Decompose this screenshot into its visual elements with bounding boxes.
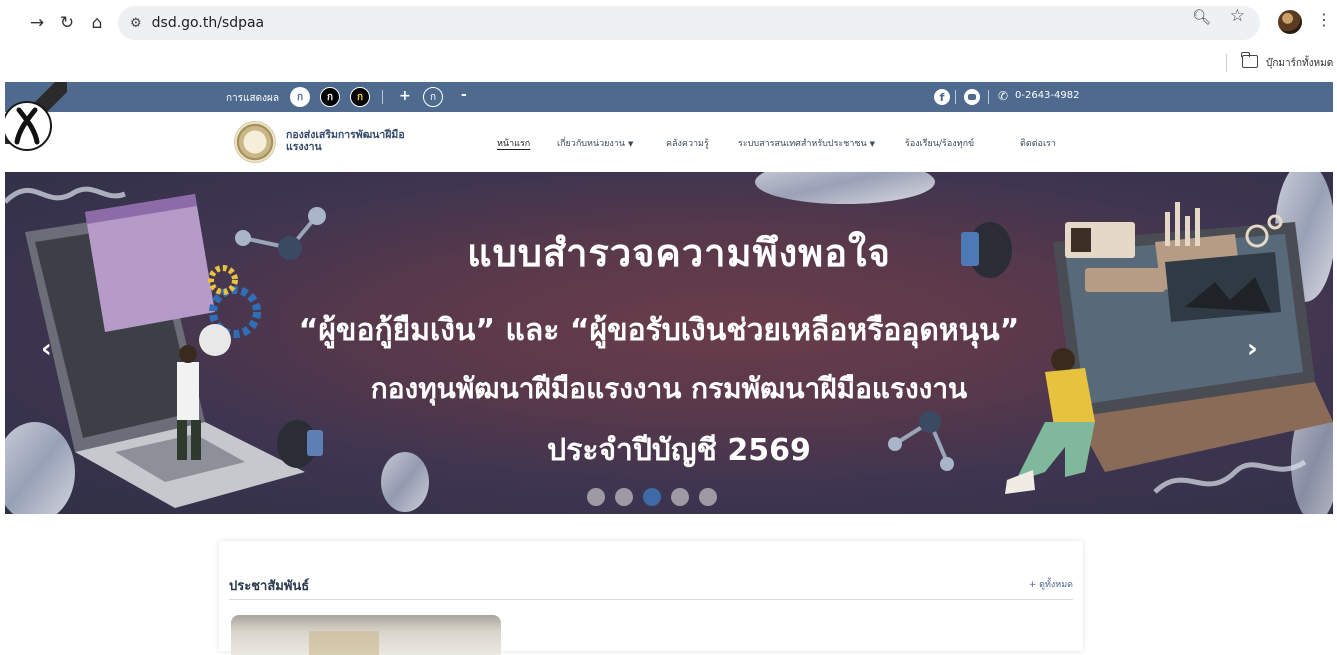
browser-toolbar: → ↻ ⌂ ⚙ dsd.go.th/sdpaa 🔍︎ ☆ ⋮ [0, 0, 1337, 46]
bookmarks-bar: บุ๊กมาร์กทั้งหมด [0, 46, 1337, 80]
carousel-dot[interactable] [643, 488, 661, 506]
carousel-dots [587, 488, 717, 506]
chevron-down-icon: ▼ [869, 140, 876, 148]
font-increase-button[interactable]: + [399, 88, 411, 104]
font-decrease-button[interactable]: - [461, 87, 467, 103]
topbar-divider [382, 90, 383, 104]
site-header: กองส่งเสริมการพัฒนาฝีมือแรงงาน หน้าแรก เ… [5, 112, 1333, 172]
phone-icon: ✆ [998, 89, 1009, 103]
accessibility-topbar: การแสดงผล ก ก ก + ก - f ✆ 0-2643-4982 [5, 82, 1333, 112]
news-thumbnail[interactable] [231, 615, 501, 655]
site-info-icon[interactable]: ⚙ [130, 16, 142, 31]
contrast-yellow-button[interactable]: ก [350, 87, 370, 107]
public-relations-card: ประชาสัมพันธ์ + ดูทั้งหมด [219, 541, 1083, 655]
carousel-prev-icon[interactable]: ‹ [41, 334, 52, 364]
topbar-divider [955, 90, 956, 104]
folder-icon[interactable] [1241, 52, 1258, 68]
banner-line-2: กองทุนพัฒนาฝีมือแรงงาน กรมพัฒนาฝีมือแรงง… [370, 372, 968, 405]
profile-avatar[interactable] [1278, 10, 1302, 34]
bookmarks-divider [1226, 54, 1227, 72]
department-name[interactable]: กองส่งเสริมการพัฒนาฝีมือแรงงาน [286, 129, 436, 153]
nav-about[interactable]: เกี่ยวกับหน่วยงาน ▼ [557, 136, 633, 150]
nav-knowledge-label: คลังความรู้ [666, 139, 709, 149]
banner-line-1: “ผู้ขอกู้ยืมเงิน” และ “ผู้ขอรับเงินช่วยเ… [298, 313, 1020, 348]
section-divider [229, 599, 1073, 600]
nav-knowledge[interactable]: คลังความรู้ [666, 136, 709, 150]
nav-complaints-label: ร้องเรียน/ร้องทุกข์ [905, 139, 975, 149]
chevron-down-icon: ▼ [628, 140, 634, 148]
carousel-dot[interactable] [615, 488, 633, 506]
carousel-dot[interactable] [587, 488, 605, 506]
youtube-icon[interactable] [964, 89, 980, 105]
address-bar[interactable]: ⚙ dsd.go.th/sdpaa [118, 6, 1260, 40]
url-text[interactable]: dsd.go.th/sdpaa [152, 15, 264, 31]
mourning-ribbon-icon [5, 82, 67, 151]
nav-home[interactable]: หน้าแรก [497, 136, 530, 150]
phone-number[interactable]: 0-2643-4982 [1015, 90, 1079, 101]
home-icon[interactable]: ⌂ [84, 10, 110, 36]
forward-arrow-icon[interactable]: → [24, 10, 50, 36]
carousel-dot[interactable] [671, 488, 689, 506]
zoom-icon[interactable]: 🔍︎ [1192, 8, 1211, 26]
department-logo[interactable] [234, 121, 276, 163]
topbar-divider [988, 90, 989, 104]
carousel-dot[interactable] [699, 488, 717, 506]
contrast-normal-button[interactable]: ก [290, 87, 310, 107]
nav-contact-label: ติดต่อเรา [1020, 139, 1056, 149]
nav-complaints[interactable]: ร้องเรียน/ร้องทุกข์ [905, 136, 974, 150]
carousel-next-icon[interactable]: › [1247, 334, 1258, 364]
all-bookmarks-label[interactable]: บุ๊กมาร์กทั้งหมด [1266, 56, 1333, 71]
banner-title: แบบสำรวจความพึงพอใจ [467, 231, 891, 275]
browser-menu-icon[interactable]: ⋮ [1316, 10, 1332, 29]
contrast-dark-button[interactable]: ก [320, 87, 340, 107]
section-title: ประชาสัมพันธ์ [229, 579, 310, 594]
reload-icon[interactable]: ↻ [54, 10, 80, 36]
nav-contact[interactable]: ติดต่อเรา [1020, 136, 1056, 150]
display-label: การแสดงผล [226, 93, 279, 104]
banner-line-3: ประจำปีบัญชี 2569 [547, 433, 811, 468]
nav-about-label: เกี่ยวกับหน่วยงาน [557, 139, 626, 149]
nav-info-system[interactable]: ระบบสารสนเทศสำหรับประชาชน ▼ [738, 136, 875, 150]
nav-home-label: หน้าแรก [497, 139, 531, 149]
hero-banner[interactable]: แบบสำรวจความพึงพอใจ “ผู้ขอกู้ยืมเงิน” แล… [5, 172, 1333, 514]
facebook-icon[interactable]: f [934, 89, 950, 105]
font-normal-button[interactable]: ก [423, 87, 443, 107]
bookmark-star-icon[interactable]: ☆ [1230, 6, 1245, 26]
nav-info-system-label: ระบบสารสนเทศสำหรับประชาชน [738, 139, 867, 149]
view-all-link[interactable]: + ดูทั้งหมด [1029, 577, 1073, 591]
